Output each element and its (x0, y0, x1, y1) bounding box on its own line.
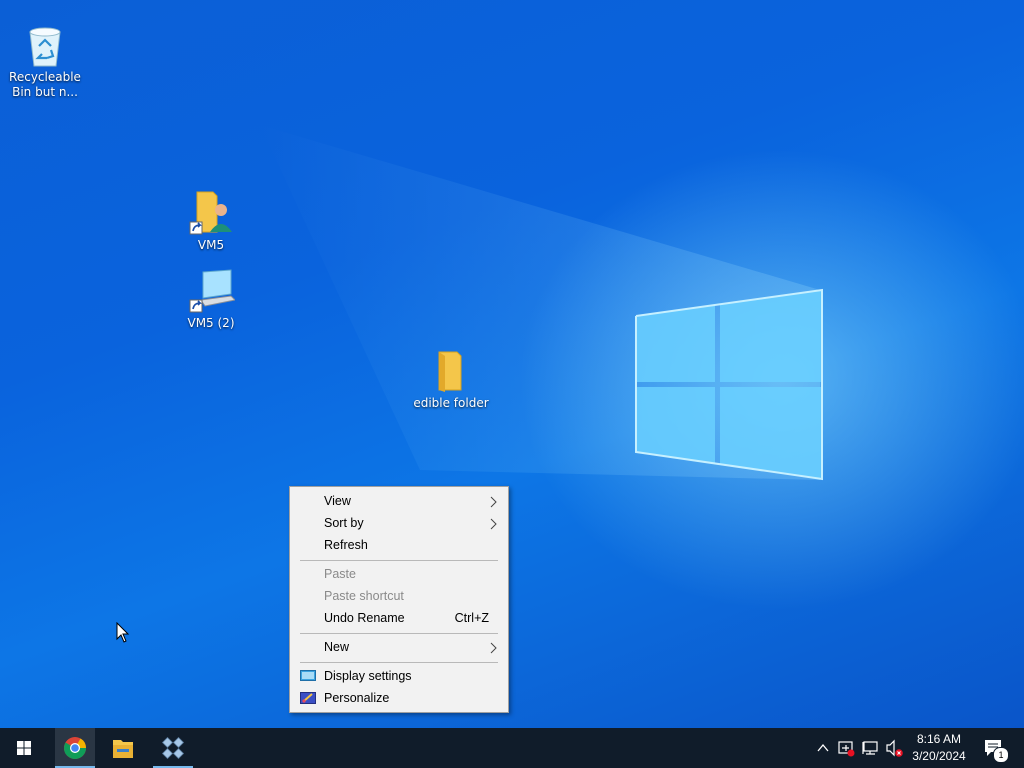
menu-item-label: Sort by (324, 516, 364, 530)
menu-item-personalize[interactable]: Personalize (290, 687, 508, 709)
chevron-right-icon (490, 496, 497, 508)
menu-item-display-settings[interactable]: Display settings (290, 665, 508, 687)
tray-security-icon-button[interactable] (836, 728, 858, 768)
menu-separator (300, 633, 498, 634)
chrome-icon (64, 737, 86, 759)
chevron-right-icon (490, 642, 497, 654)
network-icon (862, 741, 878, 755)
desktop[interactable]: Recycleable Bin but n... VM5 VM5 (2) edi… (0, 0, 1024, 728)
recycle-bin-icon (29, 27, 61, 67)
notification-count-badge: 1 (993, 747, 1009, 763)
volume-muted-icon (886, 739, 903, 757)
desktop-icon-recycle-bin[interactable]: Recycleable Bin but n... (0, 24, 90, 100)
menu-item-new[interactable]: New (290, 636, 508, 658)
menu-separator (300, 560, 498, 561)
wallpaper-light (260, 125, 823, 481)
taskbar-app-generic[interactable] (153, 728, 193, 768)
desktop-icon-edible-folder[interactable]: edible folder (406, 348, 496, 411)
menu-item-paste-shortcut[interactable]: Paste shortcut (290, 585, 508, 607)
display-settings-icon (300, 670, 316, 681)
personalize-icon (300, 692, 316, 704)
computer-shortcut-icon (189, 269, 235, 313)
menu-item-view[interactable]: View (290, 490, 508, 512)
user-folder-shortcut-icon (189, 191, 232, 235)
desktop-icon-vm5[interactable]: VM5 (166, 190, 256, 253)
desktop-icon-label: edible folder (413, 396, 489, 410)
desktop-icon-label: VM5 (2) (187, 316, 235, 330)
menu-item-paste[interactable]: Paste (290, 563, 508, 585)
taskbar-app-chrome[interactable] (55, 728, 95, 768)
desktop-icon-label: Recycleable Bin but n... (9, 70, 81, 99)
taskbar-app-file-explorer[interactable] (103, 728, 143, 768)
security-warning-icon (838, 741, 855, 757)
menu-item-undo-rename[interactable]: Undo Rename Ctrl+Z (290, 607, 508, 629)
menu-separator (300, 662, 498, 663)
clock-date: 3/20/2024 (912, 749, 966, 763)
menu-item-label: Personalize (324, 691, 390, 705)
menu-item-label: Paste shortcut (324, 589, 404, 603)
chevron-up-icon (817, 743, 829, 752)
tray-volume-button[interactable] (884, 728, 906, 768)
menu-item-refresh[interactable]: Refresh (290, 534, 508, 556)
action-center-button[interactable]: 1 (980, 728, 1010, 768)
taskbar-clock[interactable]: 8:16 AM 3/20/2024 (906, 728, 972, 768)
menu-item-shortcut: Ctrl+Z (454, 611, 489, 625)
desktop-context-menu: View Sort by Refresh Paste Paste shortcu… (289, 486, 509, 713)
desktop-icon-label: VM5 (197, 238, 225, 252)
menu-item-label: Display settings (324, 669, 412, 683)
menu-item-label: Undo Rename (324, 611, 405, 625)
desktop-icon-vm5-2[interactable]: VM5 (2) (166, 268, 256, 331)
file-explorer-icon (113, 740, 133, 758)
menu-item-label: Refresh (324, 538, 368, 552)
clock-time: 8:16 AM (916, 732, 962, 746)
taskbar: 8:16 AM 3/20/2024 1 (0, 728, 1024, 768)
menu-item-label: Paste (324, 567, 356, 581)
chevron-right-icon (490, 518, 497, 530)
start-icon (17, 741, 31, 755)
menu-item-label: View (324, 494, 351, 508)
app-icon (161, 736, 185, 760)
tray-network-button[interactable] (860, 728, 882, 768)
folder-icon (438, 351, 462, 392)
show-hidden-icons-button[interactable] (814, 728, 832, 768)
menu-item-sort-by[interactable]: Sort by (290, 512, 508, 534)
mouse-cursor-icon (116, 622, 130, 643)
start-button[interactable] (4, 728, 44, 768)
menu-item-label: New (324, 640, 350, 654)
